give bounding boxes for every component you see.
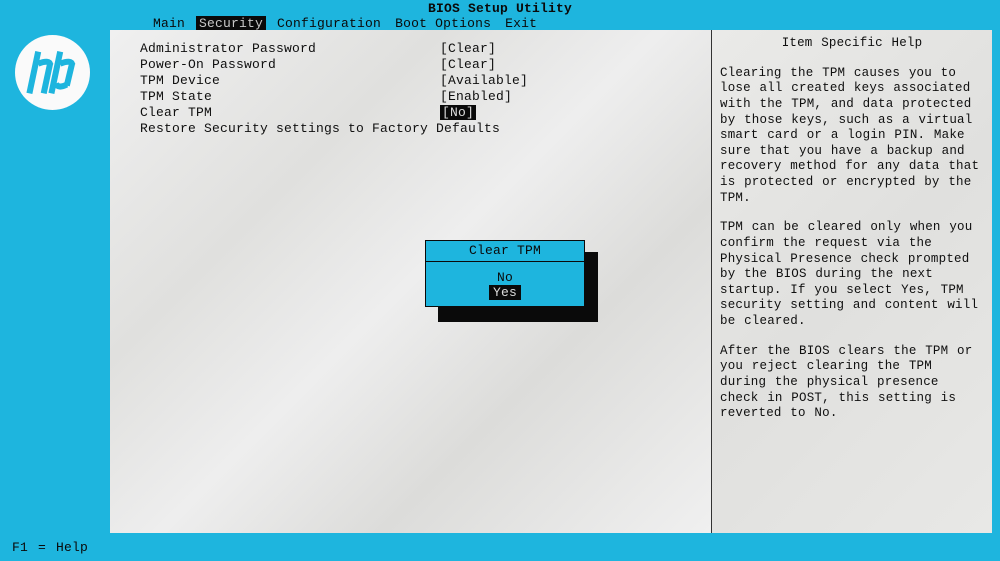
menu-bar: Main Security Configuration Boot Options… xyxy=(0,15,1000,31)
help-panel: Item Specific Help Clearing the TPM caus… xyxy=(712,30,992,533)
menu-configuration[interactable]: Configuration xyxy=(274,16,384,31)
dialog-body: No Yes xyxy=(426,262,584,306)
setting-label: TPM Device xyxy=(140,73,440,88)
settings-panel: Administrator Password [Clear] Power-On … xyxy=(110,30,712,533)
setting-label: Clear TPM xyxy=(140,105,440,120)
hp-logo-icon xyxy=(15,35,90,110)
menu-exit[interactable]: Exit xyxy=(502,16,540,31)
menu-main[interactable]: Main xyxy=(150,16,188,31)
setting-admin-password[interactable]: Administrator Password [Clear] xyxy=(140,40,681,56)
setting-label: Administrator Password xyxy=(140,41,440,56)
footer-help-hint: F1 = Help xyxy=(12,540,88,555)
setting-clear-tpm[interactable]: Clear TPM [No] xyxy=(140,104,681,120)
setting-label: Restore Security settings to Factory Def… xyxy=(140,121,500,136)
bios-frame: BIOS Setup Utility Main Security Configu… xyxy=(0,0,1000,561)
dialog-option-yes[interactable]: Yes xyxy=(489,285,521,300)
help-paragraph: After the BIOS clears the TPM or you rej… xyxy=(720,344,984,422)
clear-tpm-dialog: Clear TPM No Yes xyxy=(425,240,585,307)
dialog-title: Clear TPM xyxy=(426,241,584,262)
setting-value: [Clear] xyxy=(440,57,496,72)
setting-value: [Available] xyxy=(440,73,528,88)
setting-restore-defaults[interactable]: Restore Security settings to Factory Def… xyxy=(140,120,681,136)
menu-security[interactable]: Security xyxy=(196,16,266,31)
setting-label: TPM State xyxy=(140,89,440,104)
setting-value: [Clear] xyxy=(440,41,496,56)
menu-boot-options[interactable]: Boot Options xyxy=(392,16,494,31)
setting-value: [No] xyxy=(440,105,476,120)
title-bar: BIOS Setup Utility xyxy=(0,0,1000,15)
setting-poweron-password[interactable]: Power-On Password [Clear] xyxy=(140,56,681,72)
dialog-option-no[interactable]: No xyxy=(493,270,517,285)
setting-label: Power-On Password xyxy=(140,57,440,72)
help-title: Item Specific Help xyxy=(720,36,984,52)
help-paragraph: TPM can be cleared only when you confirm… xyxy=(720,220,984,329)
utility-title: BIOS Setup Utility xyxy=(428,1,572,16)
setting-tpm-state[interactable]: TPM State [Enabled] xyxy=(140,88,681,104)
setting-tpm-device[interactable]: TPM Device [Available] xyxy=(140,72,681,88)
setting-value: [Enabled] xyxy=(440,89,512,104)
help-paragraph: Clearing the TPM causes you to lose all … xyxy=(720,66,984,207)
